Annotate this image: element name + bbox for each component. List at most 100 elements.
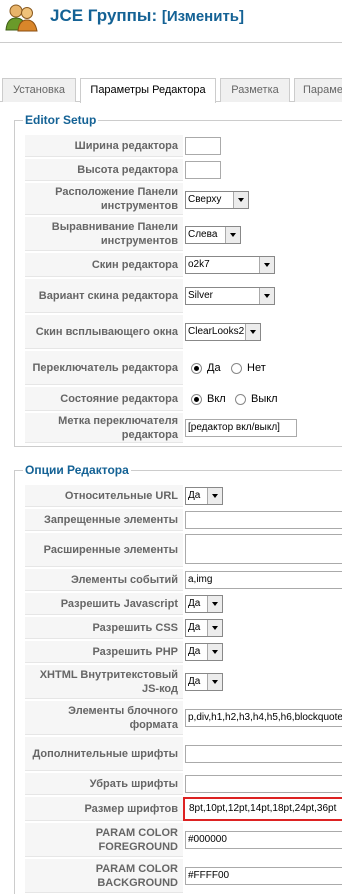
row-allow-css: Разрешить CSS Да	[25, 617, 342, 639]
xhtml-inline-js-value: Да	[188, 676, 201, 687]
allow-javascript-value: Да	[188, 598, 201, 609]
chevron-down-icon	[207, 644, 222, 660]
header-divider	[0, 42, 342, 43]
row-skin-variant: Вариант скина редактора Silver	[25, 279, 342, 313]
color-foreground-label: PARAM COLOR FOREGROUND	[25, 823, 183, 857]
chevron-down-icon	[207, 488, 222, 504]
skin-variant-label: Вариант скина редактора	[25, 279, 183, 313]
row-block-formats: Элементы блочного формата p,div,h1,h2,h3…	[25, 701, 342, 735]
remove-fonts-input[interactable]	[185, 775, 342, 793]
allow-php-label: Разрешить PHP	[25, 641, 183, 663]
tab-setup[interactable]: Установка	[2, 78, 76, 102]
editor-setup-fieldset: Editor Setup Ширина редактора Высота ред…	[14, 113, 342, 447]
row-extended-elements: Расширенные элементы	[25, 533, 342, 567]
allow-javascript-select[interactable]: Да	[185, 595, 223, 613]
allow-css-select[interactable]: Да	[185, 619, 223, 637]
editor-toggle-no-radio[interactable]	[231, 363, 242, 374]
tab-params-more[interactable]: Парамет	[294, 78, 342, 102]
editor-state-on-radio[interactable]	[191, 394, 202, 405]
row-allow-php: Разрешить PHP Да	[25, 641, 342, 663]
editor-skin-value: o2k7	[188, 259, 210, 270]
editor-width-input[interactable]	[185, 137, 221, 155]
row-event-elements: Элементы событий a,img	[25, 569, 342, 591]
row-color-background: PARAM COLOR BACKGROUND #FFFF00	[25, 859, 342, 893]
extra-fonts-label: Дополнительные шрифты	[25, 737, 183, 771]
edit-link[interactable]: [Изменить]	[162, 8, 244, 25]
row-editor-width: Ширина редактора	[25, 135, 342, 157]
row-forbidden-elements: Запрещенные элементы	[25, 509, 342, 531]
editor-skin-select[interactable]: o2k7	[185, 256, 275, 274]
row-relative-urls: Относительные URL Да	[25, 485, 342, 507]
extra-fonts-input[interactable]	[185, 745, 342, 763]
row-popup-skin: Скин всплывающего окна ClearLooks2	[25, 315, 342, 349]
editor-options-fieldset: Опции Редактора Относительные URL Да Зап…	[14, 463, 342, 894]
color-foreground-input[interactable]: #000000	[185, 831, 342, 849]
page-header: JCE Группы: [Изменить]	[0, 0, 342, 38]
extended-elements-label: Расширенные элементы	[25, 533, 183, 567]
block-formats-input[interactable]: p,div,h1,h2,h3,h4,h5,h6,blockquote	[185, 709, 342, 727]
relative-urls-select[interactable]: Да	[185, 487, 223, 505]
font-sizes-label: Размер шрифтов	[25, 797, 183, 821]
tab-layout[interactable]: Разметка	[220, 78, 290, 102]
chevron-down-icon	[245, 324, 260, 340]
row-editor-toggle: Переключатель редактора Да Нет	[25, 351, 342, 385]
users-group-icon	[5, 4, 38, 32]
chevron-down-icon	[259, 288, 274, 304]
forbidden-elements-input[interactable]	[185, 511, 342, 529]
chevron-down-icon	[233, 192, 248, 208]
tab-bar: Установка Параметры Редактора Разметка П…	[0, 78, 342, 103]
row-toggle-label: Метка переключателя редактора [редактор …	[25, 413, 342, 443]
allow-php-value: Да	[188, 646, 201, 657]
skin-variant-value: Silver	[188, 290, 214, 301]
toolbar-position-select[interactable]: Сверху	[185, 191, 249, 209]
editor-height-input[interactable]	[185, 161, 221, 179]
skin-variant-select[interactable]: Silver	[185, 287, 275, 305]
editor-skin-label: Скин редактора	[25, 253, 183, 277]
row-toolbar-position: Расположение Панели инструментов Сверху	[25, 183, 342, 215]
editor-state-label: Состояние редактора	[25, 387, 183, 411]
toolbar-align-label: Выравнивание Панели инструментов	[25, 217, 183, 251]
row-font-sizes: Размер шрифтов 8pt,10pt,12pt,14pt,18pt,2…	[25, 797, 342, 821]
color-background-input[interactable]: #FFFF00	[185, 867, 342, 885]
extended-elements-textarea[interactable]	[185, 534, 342, 564]
row-extra-fonts: Дополнительные шрифты	[25, 737, 342, 771]
tab-editor-params[interactable]: Параметры Редактора	[80, 78, 216, 103]
xhtml-inline-js-select[interactable]: Да	[185, 673, 223, 691]
editor-state-off-radio[interactable]	[235, 394, 246, 405]
allow-php-select[interactable]: Да	[185, 643, 223, 661]
editor-width-label: Ширина редактора	[25, 135, 183, 157]
event-elements-input[interactable]: a,img	[185, 571, 342, 589]
editor-toggle-label: Переключатель редактора	[25, 351, 183, 385]
toolbar-align-select[interactable]: Слева	[185, 226, 241, 244]
relative-urls-value: Да	[188, 490, 201, 501]
chevron-down-icon	[225, 227, 240, 243]
row-color-foreground: PARAM COLOR FOREGROUND #000000	[25, 823, 342, 857]
toolbar-position-label: Расположение Панели инструментов	[25, 183, 183, 215]
row-xhtml-inline-js: XHTML Внутритекстовый JS-код Да	[25, 665, 342, 699]
chevron-down-icon	[207, 620, 222, 636]
row-remove-fonts: Убрать шрифты	[25, 773, 342, 795]
color-background-label: PARAM COLOR BACKGROUND	[25, 859, 183, 893]
popup-skin-select[interactable]: ClearLooks2	[185, 323, 261, 341]
toggle-label-input[interactable]: [редактор вкл/выкл]	[185, 419, 297, 437]
remove-fonts-label: Убрать шрифты	[25, 773, 183, 795]
allow-javascript-label: Разрешить Javascript	[25, 593, 183, 615]
editor-toggle-yes-radio[interactable]	[191, 363, 202, 374]
row-toolbar-align: Выравнивание Панели инструментов Слева	[25, 217, 342, 251]
highlight-box	[183, 797, 342, 821]
editor-state-on-label: Вкл	[207, 393, 226, 405]
page-title: JCE Группы: [Изменить]	[50, 6, 244, 26]
editor-state-off-label: Выкл	[251, 393, 278, 405]
toggle-label-label: Метка переключателя редактора	[25, 413, 183, 443]
editor-setup-legend: Editor Setup	[23, 113, 99, 127]
row-editor-skin: Скин редактора o2k7	[25, 253, 342, 277]
row-allow-javascript: Разрешить Javascript Да	[25, 593, 342, 615]
chevron-down-icon	[207, 674, 222, 690]
toolbar-position-value: Сверху	[188, 194, 222, 205]
page-title-text: JCE Группы:	[50, 6, 158, 25]
toolbar-align-value: Слева	[188, 229, 218, 240]
relative-urls-label: Относительные URL	[25, 485, 183, 507]
popup-skin-value: ClearLooks2	[188, 326, 245, 337]
allow-css-value: Да	[188, 622, 201, 633]
editor-toggle-yes-label: Да	[207, 362, 221, 374]
